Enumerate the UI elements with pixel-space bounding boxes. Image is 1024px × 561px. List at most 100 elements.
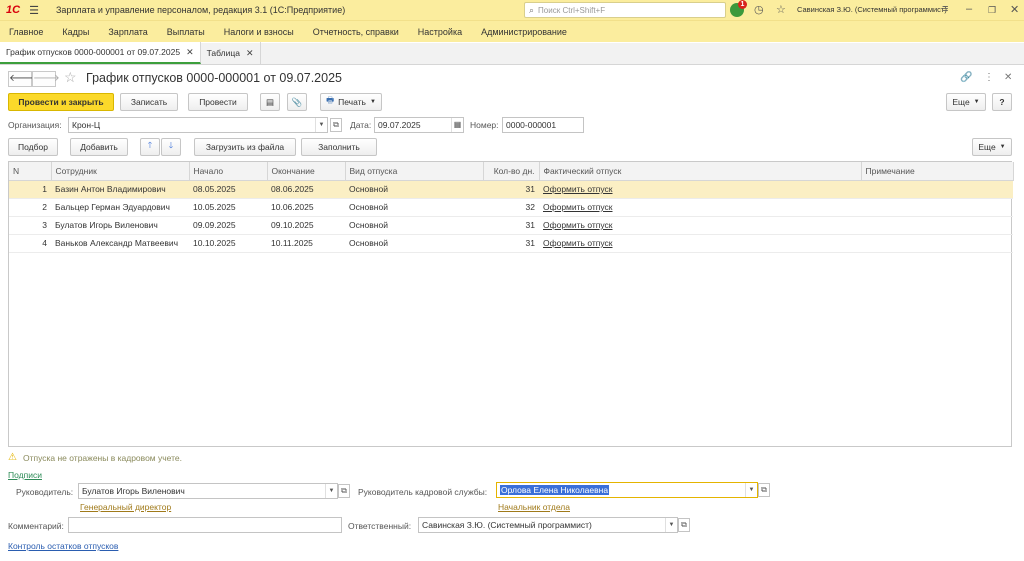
cell-employee[interactable]: Бальцер Герман Эдуардович (51, 198, 189, 217)
back-arrow-icon[interactable]: 🡐 (8, 71, 36, 87)
table-row[interactable]: 1 Базин Антон Владимирович 08.05.2025 08… (9, 180, 1013, 199)
cell-start[interactable]: 10.10.2025 (189, 234, 267, 253)
table-row[interactable]: 4 Ваньков Александр Матвеевич 10.10.2025… (9, 234, 1013, 253)
cell-employee[interactable]: Ваньков Александр Матвеевич (51, 234, 189, 253)
forward-arrow-icon[interactable]: 🡒 (32, 71, 60, 87)
more-actions-icon[interactable]: ⋮ (984, 72, 994, 83)
cell-days[interactable]: 31 (483, 216, 539, 235)
save-button[interactable]: Записать (120, 93, 178, 111)
cell-note[interactable] (861, 198, 1013, 217)
favorites-star-icon[interactable]: ☆ (776, 3, 786, 16)
global-search-input[interactable]: ⌕ Поиск Ctrl+Shift+F (524, 2, 726, 18)
col-header-end[interactable]: Окончание (267, 162, 346, 181)
register-vacation-link[interactable]: Оформить отпуск (543, 184, 613, 194)
cell-type[interactable]: Основной (345, 216, 483, 235)
cell-type[interactable]: Основной (345, 234, 483, 253)
menu-item-taxes[interactable]: Налоги и взносы (224, 27, 294, 37)
menu-item-reports[interactable]: Отчетность, справки (313, 27, 399, 37)
col-header-note[interactable]: Примечание (861, 162, 1014, 181)
cell-end[interactable]: 09.10.2025 (267, 216, 345, 235)
chevron-down-icon[interactable]: ▼ (315, 118, 327, 132)
open-responsible-icon[interactable]: ⧉ (678, 518, 690, 532)
menu-item-settings[interactable]: Настройка (418, 27, 462, 37)
list-icon[interactable]: ▤ (260, 93, 280, 111)
menu-item-admin[interactable]: Администрирование (481, 27, 567, 37)
open-hr-head-icon[interactable]: ⧉ (758, 483, 770, 497)
add-button[interactable]: Добавить (70, 138, 128, 156)
table-more-button[interactable]: Еще ▼ (972, 138, 1012, 156)
comment-field[interactable] (68, 517, 342, 533)
cell-type[interactable]: Основной (345, 180, 483, 199)
close-window-icon[interactable]: ✕ (1010, 3, 1019, 16)
print-button[interactable]: 🖶 Печать ▼ (320, 93, 382, 111)
favorite-star-icon[interactable]: ☆ (64, 69, 77, 86)
close-tab-icon[interactable]: ✕ (246, 48, 254, 59)
move-down-icon[interactable]: 🡓 (161, 138, 181, 156)
attachment-icon[interactable]: 📎 (287, 93, 307, 111)
post-and-close-button[interactable]: Провести и закрыть (8, 93, 114, 111)
cell-end[interactable]: 08.06.2025 (267, 180, 345, 199)
tab-table[interactable]: Таблица ✕ (201, 42, 261, 64)
calendar-icon[interactable]: ▦ (451, 118, 463, 132)
head-field[interactable]: Булатов Игорь Виленович ▼ (78, 483, 338, 499)
menu-item-salary[interactable]: Зарплата (108, 27, 147, 37)
tab-vacation-schedule[interactable]: График отпусков 0000-000001 от 09.07.202… (0, 42, 201, 64)
cell-note[interactable] (861, 234, 1013, 253)
load-from-file-button[interactable]: Загрузить из файла (194, 138, 296, 156)
move-up-icon[interactable]: 🡑 (140, 138, 160, 156)
vacation-balance-control-link[interactable]: Контроль остатков отпусков (8, 541, 118, 551)
col-header-n[interactable]: N (9, 162, 52, 181)
signatures-link[interactable]: Подписи (8, 470, 42, 480)
cell-note[interactable] (861, 216, 1013, 235)
more-button[interactable]: Еще ▼ (946, 93, 986, 111)
close-form-icon[interactable]: ✕ (1004, 72, 1012, 83)
help-button[interactable]: ? (992, 93, 1012, 111)
minimize-icon[interactable]: – (966, 3, 972, 15)
cell-days[interactable]: 32 (483, 198, 539, 217)
head-position-link[interactable]: Генеральный директор (80, 502, 171, 512)
open-head-icon[interactable]: ⧉ (338, 484, 350, 498)
col-header-employee[interactable]: Сотрудник (51, 162, 190, 181)
table-row[interactable]: 2 Бальцер Герман Эдуардович 10.05.2025 1… (9, 198, 1013, 217)
cell-end[interactable]: 10.06.2025 (267, 198, 345, 217)
col-header-start[interactable]: Начало (189, 162, 268, 181)
menu-item-hr[interactable]: Кадры (62, 27, 89, 37)
cell-start[interactable]: 10.05.2025 (189, 198, 267, 217)
post-button[interactable]: Провести (188, 93, 248, 111)
chevron-down-icon[interactable]: ▼ (665, 518, 677, 532)
date-field[interactable]: 09.07.2025 ▦ (374, 117, 464, 133)
responsible-field[interactable]: Савинская З.Ю. (Системный программист) ▼ (418, 517, 678, 533)
cell-start[interactable]: 09.09.2025 (189, 216, 267, 235)
register-vacation-link[interactable]: Оформить отпуск (543, 220, 613, 230)
register-vacation-link[interactable]: Оформить отпуск (543, 238, 613, 248)
hr-position-link[interactable]: Начальник отдела (498, 502, 570, 512)
close-tab-icon[interactable]: ✕ (186, 47, 194, 58)
col-header-days[interactable]: Кол-во дн. (483, 162, 540, 181)
select-button[interactable]: Подбор (8, 138, 58, 156)
chevron-down-icon[interactable]: ▼ (325, 484, 337, 498)
vacation-table[interactable]: N Сотрудник Начало Окончание Вид отпуска… (8, 161, 1014, 447)
organization-field[interactable]: Крон-Ц ▼ (68, 117, 328, 133)
current-user[interactable]: Савинская З.Ю. (Системный программист) (797, 5, 947, 14)
restore-icon[interactable]: ❐ (988, 5, 996, 16)
cell-note[interactable] (861, 180, 1013, 199)
open-organization-icon[interactable]: ⧉ (330, 118, 342, 132)
chevron-down-icon[interactable]: ▼ (745, 483, 757, 497)
cell-days[interactable]: 31 (483, 180, 539, 199)
cell-employee[interactable]: Базин Антон Владимирович (51, 180, 189, 199)
hr-head-field[interactable]: Орлова Елена Николаевна ▼ (496, 482, 758, 498)
cell-days[interactable]: 31 (483, 234, 539, 253)
cell-employee[interactable]: Булатов Игорь Виленович (51, 216, 189, 235)
col-header-type[interactable]: Вид отпуска (345, 162, 484, 181)
settings-menu-icon[interactable]: ≡ (942, 3, 948, 15)
menu-item-payments[interactable]: Выплаты (167, 27, 205, 37)
register-vacation-link[interactable]: Оформить отпуск (543, 202, 613, 212)
main-menu-icon[interactable]: ☰ (26, 4, 42, 17)
fill-button[interactable]: Заполнить (301, 138, 377, 156)
link-icon[interactable]: 🔗 (960, 72, 972, 83)
history-icon[interactable]: ◷ (754, 3, 764, 16)
cell-end[interactable]: 10.11.2025 (267, 234, 345, 253)
cell-type[interactable]: Основной (345, 198, 483, 217)
number-field[interactable]: 0000-000001 (502, 117, 584, 133)
cell-start[interactable]: 08.05.2025 (189, 180, 267, 199)
